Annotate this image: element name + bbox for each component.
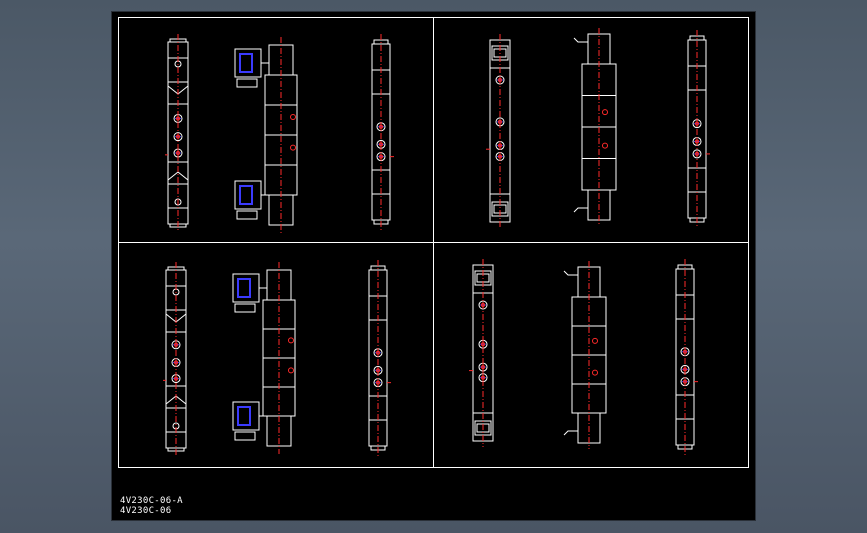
- end-view-c: [368, 260, 391, 456]
- side-view-a: [234, 37, 298, 233]
- drawing-labels: 4V230C-06-A 4V230C-06: [120, 496, 183, 516]
- label-model-a: 4V230C-06-A: [120, 496, 183, 506]
- front-view-b: [486, 34, 511, 228]
- side-view-c: [232, 262, 296, 454]
- end-view-a: [371, 34, 394, 230]
- cad-viewport[interactable]: 4V230C-06-A 4V230C-06: [112, 12, 755, 520]
- drawing-canvas: [118, 17, 749, 468]
- end-view-b: [687, 30, 710, 228]
- side-view-b: [573, 28, 617, 226]
- front-view-d: [469, 259, 494, 447]
- front-view-a: [165, 34, 189, 232]
- front-view-c: [163, 262, 187, 456]
- end-view-d: [675, 259, 698, 455]
- side-view-d: [563, 261, 607, 449]
- sheet-frame: [118, 17, 749, 468]
- label-model: 4V230C-06: [120, 506, 172, 516]
